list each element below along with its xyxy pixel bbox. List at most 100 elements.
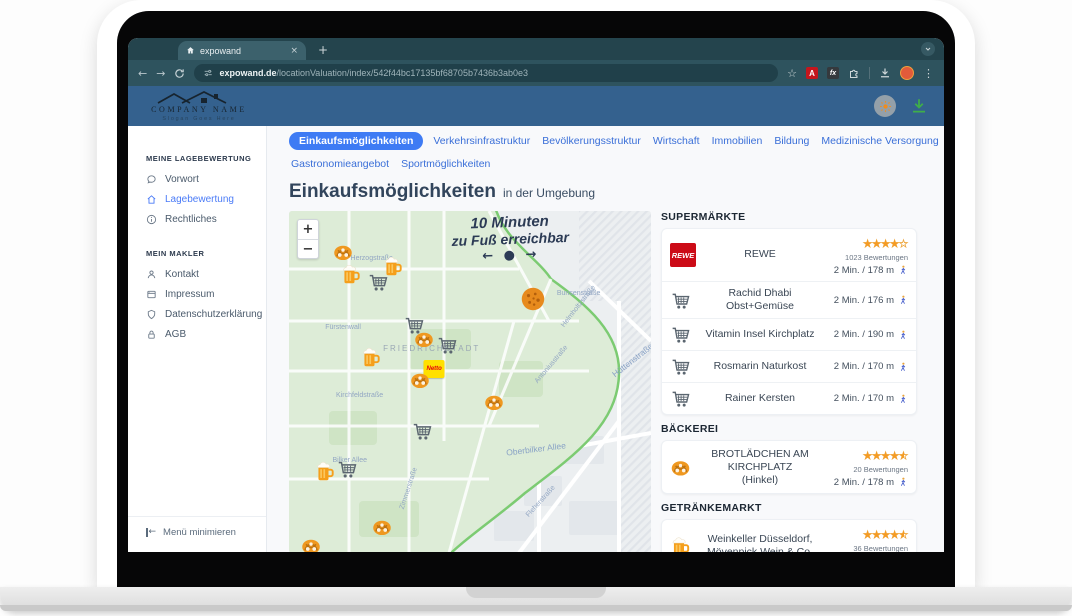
site-settings-icon[interactable] — [203, 68, 213, 78]
sidebar-item-kontakt[interactable]: Kontakt — [146, 264, 266, 284]
poi-row[interactable]: Rainer Kersten 2 Min. / 170 m — [662, 383, 916, 414]
distance: 2 Min. / 170 m — [834, 361, 894, 372]
fx-extension-icon[interactable]: fx — [827, 67, 839, 79]
tab-immobilien[interactable]: Immobilien — [710, 132, 765, 150]
walking-person-icon — [898, 393, 908, 405]
tab-bevoelkerungsstruktur[interactable]: Bevölkerungsstruktur — [540, 132, 643, 150]
supermarkets-card: REWE REWE ★★★★★★★★★★ 1023 Bewertungen 2 … — [661, 228, 917, 415]
map-marker-pretzel[interactable] — [410, 369, 431, 390]
app-header: COMPANY NAME Slogan Goes Here — [128, 86, 944, 126]
map-marker-cart[interactable] — [436, 334, 458, 356]
sidebar-item-lagebewertung[interactable]: Lagebewertung — [146, 189, 266, 209]
sidebar: MEINE LAGEBEWERTUNG Vorwort Lagebewertun… — [128, 126, 267, 552]
map-marker-beer[interactable] — [314, 460, 335, 481]
browser-tab[interactable]: expowand × — [178, 41, 306, 60]
sidebar-item-label: Datenschutzerklärung — [165, 309, 262, 320]
url-bar[interactable]: expowand.de/locationValuation/index/542f… — [194, 64, 778, 82]
tab-bildung[interactable]: Bildung — [772, 132, 811, 150]
distance: 2 Min. / 190 m — [834, 329, 894, 340]
download-report-button[interactable] — [910, 97, 928, 115]
rewe-logo: REWE — [670, 243, 696, 267]
rating-stars: ★★★★★★★★★★ — [863, 240, 908, 250]
map-marker-cart[interactable] — [336, 458, 358, 480]
browser-menu-icon[interactable]: ⋮ — [923, 68, 934, 79]
map[interactable]: + − 10 Minuten zu Fuß erreichbar ← ● → H… — [289, 211, 651, 552]
shopping-cart-icon — [670, 324, 691, 345]
poi-row-drinks[interactable]: Weinkeller Düsseldorf, Mövenpick Wein & … — [662, 520, 916, 552]
tab-wirtschaft[interactable]: Wirtschaft — [651, 132, 702, 150]
map-marker-pretzel[interactable] — [372, 517, 393, 538]
tab-verkehrsinfrastruktur[interactable]: Verkehrsinfrastruktur — [431, 132, 532, 150]
sidebar-item-impressum[interactable]: Impressum — [146, 284, 266, 304]
map-marker-pretzel[interactable] — [483, 391, 504, 412]
laptop-mockup: expowand × + ← → expowand.de/locationVal… — [0, 0, 1072, 616]
page-title: Einkaufsmöglichkeiten — [289, 181, 496, 203]
section-title-baeckerei: BÄCKEREI — [661, 423, 917, 435]
street-label: Fürstenwall — [325, 324, 361, 331]
poi-name: Rosmarin Naturkost — [700, 360, 820, 373]
shield-icon — [146, 309, 157, 320]
poi-row[interactable]: Vitamin Insel Kirchplatz 2 Min. / 190 m — [662, 319, 916, 351]
poi-row-rewe[interactable]: REWE REWE ★★★★★★★★★★ 1023 Bewertungen 2 … — [662, 229, 916, 282]
back-button[interactable]: ← — [138, 68, 147, 79]
map-marker-beer[interactable] — [361, 347, 382, 368]
url-domain: expowand.de — [219, 68, 276, 78]
poi-name: Rachid Dhabi Obst+Gemüse — [700, 287, 820, 313]
sidebar-item-label: Impressum — [165, 289, 214, 300]
map-marker-beer[interactable] — [340, 263, 361, 284]
new-tab-button[interactable]: + — [318, 41, 328, 60]
sidebar-item-datenschutz[interactable]: Datenschutzerklärung — [146, 304, 266, 324]
bookmark-star-icon[interactable]: ☆ — [787, 68, 797, 79]
sidebar-item-vorwort[interactable]: Vorwort — [146, 169, 266, 189]
poi-row[interactable]: Rosmarin Naturkost 2 Min. / 170 m — [662, 351, 916, 383]
map-marker-pretzel[interactable] — [332, 242, 353, 263]
zoom-in-button[interactable]: + — [298, 220, 318, 239]
forward-button[interactable]: → — [156, 68, 165, 79]
section-title-getraenkemarkt: GETRÄNKEMARKT — [661, 502, 917, 514]
reviews-count: 20 Bewertungen — [820, 465, 908, 474]
map-marker-cart[interactable] — [411, 420, 433, 442]
poi-row[interactable]: Rachid Dhabi Obst+Gemüse 2 Min. / 176 m — [662, 282, 916, 319]
collapse-menu-button[interactable]: ← Menü minimieren — [146, 527, 266, 538]
sidebar-section-title: MEINE LAGEBEWERTUNG — [146, 154, 266, 163]
reload-button[interactable] — [174, 68, 185, 79]
beer-mug-icon — [670, 536, 691, 552]
url-path: /locationValuation/index/542f44bc17135bf… — [276, 68, 528, 78]
map-marker-cart[interactable] — [367, 271, 389, 293]
poi-name: REWE — [700, 248, 820, 261]
map-marker-pretzel[interactable] — [414, 328, 435, 349]
home-icon — [146, 194, 157, 205]
map-marker-pretzel[interactable] — [301, 535, 322, 552]
tab-list-chevron-icon[interactable] — [921, 42, 935, 56]
tab-gastronomieangebot[interactable]: Gastronomieangebot — [289, 155, 391, 173]
tab-medizinische-versorgung[interactable]: Medizinische Versorgung — [819, 132, 940, 150]
browser-toolbar: ← → expowand.de/locationValuation/index/… — [128, 60, 944, 86]
bakery-card: BROTLÄDCHEN AM KIRCHPLATZ (Hinkel) ★★★★★… — [661, 440, 917, 494]
profile-avatar[interactable] — [900, 66, 914, 80]
theme-toggle-button[interactable] — [874, 95, 896, 117]
tab-close-icon[interactable]: × — [290, 46, 298, 56]
sidebar-item-agb[interactable]: AGB — [146, 324, 266, 344]
laptop-base-notch — [466, 587, 606, 598]
tab-einkaufsmoeglichkeiten[interactable]: Einkaufsmöglichkeiten — [289, 132, 423, 150]
walking-person-icon — [898, 476, 908, 488]
browser-window: expowand × + ← → expowand.de/locationVal… — [128, 38, 944, 552]
house-favicon-icon — [186, 46, 195, 55]
sidebar-item-rechtliches[interactable]: Rechtliches — [146, 209, 266, 229]
sidebar-item-label: Kontakt — [165, 269, 199, 280]
page-subtitle: in der Umgebung — [503, 186, 595, 200]
adobe-extension-icon[interactable]: A — [806, 67, 818, 79]
company-name: COMPANY NAME — [151, 105, 247, 114]
downloads-icon[interactable] — [879, 67, 891, 79]
sidebar-item-label: Lagebewertung — [165, 194, 234, 205]
poi-row-bakery[interactable]: BROTLÄDCHEN AM KIRCHPLATZ (Hinkel) ★★★★★… — [662, 441, 916, 493]
shopping-cart-icon — [670, 290, 691, 311]
map-zoom-controls: + − — [297, 219, 319, 259]
distance: 2 Min. / 170 m — [834, 393, 894, 404]
poi-panel: SUPERMÄRKTE REWE REWE ★★★★★★★★★★ 1023 Be… — [661, 211, 917, 552]
tab-sportmoeglichkeiten[interactable]: Sportmöglichkeiten — [399, 155, 492, 173]
map-marker-cookie[interactable] — [519, 285, 546, 312]
extensions-puzzle-icon[interactable] — [848, 67, 860, 79]
zoom-out-button[interactable]: − — [298, 239, 318, 258]
info-icon — [146, 214, 157, 225]
